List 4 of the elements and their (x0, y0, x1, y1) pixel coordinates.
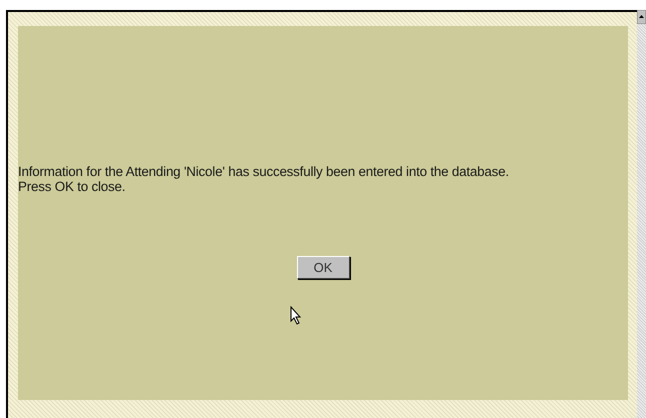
confirmation-message: Information for the Attending 'Nicole' has successfully been entered into the database. Press OK to close. (18, 164, 510, 194)
mouse-pointer-icon (290, 306, 302, 325)
scroll-up-icon[interactable] (637, 10, 646, 24)
ok-button[interactable]: OK (296, 256, 350, 279)
